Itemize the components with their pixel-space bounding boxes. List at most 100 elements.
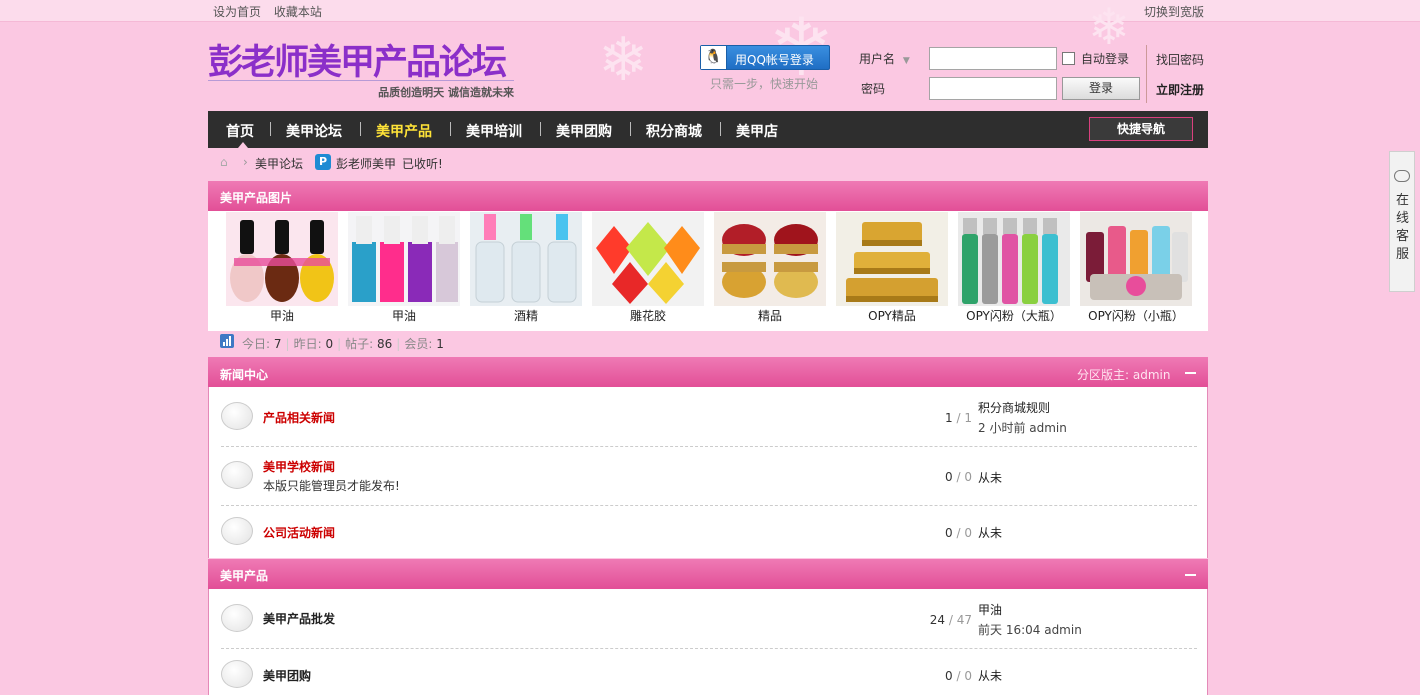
forum-bubble-icon: [221, 517, 253, 545]
forum-stats: 今日: 7 | 昨日: 0 | 帖子: 86 | 会员: 1: [208, 333, 1208, 353]
gallery-image[interactable]: [958, 212, 1070, 306]
count-slash: /: [956, 470, 961, 484]
gallery-image[interactable]: [592, 212, 704, 306]
forum-counts: 0 / 0: [929, 470, 972, 484]
gallery-caption[interactable]: 精品: [714, 307, 826, 324]
thread-count: 24: [929, 613, 946, 627]
forum-name[interactable]: 美甲学校新闻: [263, 458, 335, 475]
forum-counts: 0 / 0: [929, 526, 972, 540]
nav-active-caret: [238, 142, 248, 148]
nav-item-training[interactable]: 美甲培训: [466, 121, 522, 141]
last-post-title: 从未: [978, 471, 1003, 485]
forum-counts: 0 / 0: [929, 669, 972, 683]
gallery-image[interactable]: [836, 212, 948, 306]
stats-members-label: 会员:: [404, 337, 433, 351]
nav-separator: [270, 122, 271, 136]
forum-bubble-icon: [221, 660, 253, 688]
last-post-title[interactable]: 积分商城规则: [978, 399, 1050, 416]
stats-today: 7: [273, 337, 282, 351]
forum-row[interactable]: 美甲团购 0 / 0 从未: [221, 649, 1197, 695]
forum-name[interactable]: 产品相关新闻: [263, 409, 335, 426]
gallery-caption[interactable]: 雕花胶: [592, 307, 704, 324]
thread-count: 0: [945, 526, 953, 540]
gallery-caption[interactable]: 甲油: [226, 307, 338, 324]
gallery-image[interactable]: [348, 212, 460, 306]
forum-row[interactable]: 美甲产品批发 24 / 47 甲油 前天 16:04 admin: [221, 589, 1197, 649]
last-post-title: 从未: [978, 526, 1003, 540]
collapse-icon[interactable]: [1185, 574, 1196, 576]
quick-nav-button[interactable]: 快捷导航: [1089, 117, 1193, 141]
forum-row[interactable]: 产品相关新闻 1 / 1 积分商城规则 2 小时前 admin: [221, 387, 1197, 447]
gallery-caption[interactable]: 酒精: [470, 307, 582, 324]
nav-item-groupbuy[interactable]: 美甲团购: [556, 121, 612, 141]
online-service-tab[interactable]: 在线客服: [1389, 151, 1415, 292]
login-button[interactable]: 登录: [1062, 77, 1140, 100]
thread-count: 1: [945, 411, 953, 425]
stats-divider: |: [396, 337, 401, 351]
gallery-image[interactable]: [714, 212, 826, 306]
last-post-meta: 2 小时前 admin: [978, 421, 1067, 435]
auto-login-checkbox[interactable]: [1062, 52, 1075, 65]
breadcrumb-forum-link[interactable]: 美甲论坛: [255, 155, 303, 172]
gallery-caption[interactable]: OPY闪粉（小瓶）: [1080, 307, 1192, 324]
last-post-title[interactable]: 甲油: [978, 601, 1002, 618]
post-count: 0: [964, 470, 972, 484]
nav-item-home[interactable]: 首页: [226, 121, 254, 141]
thread-count: 0: [945, 669, 953, 683]
qq-login-label: 用QQ帐号登录: [735, 53, 814, 67]
breadcrumb-user-link[interactable]: 彭老师美甲: [336, 155, 396, 172]
post-count: 1: [964, 411, 972, 425]
top-links: 设为首页 收藏本站: [213, 3, 331, 20]
top-bar: 设为首页 收藏本站 切换到宽版: [0, 0, 1420, 22]
post-count: 0: [964, 669, 972, 683]
register-link[interactable]: 立即注册: [1156, 81, 1204, 98]
forum-bubble-icon: [221, 461, 253, 489]
gallery-image[interactable]: [1080, 212, 1192, 306]
nav-separator: [720, 122, 721, 136]
nav-item-shop[interactable]: 美甲店: [736, 121, 778, 141]
nav-separator: [540, 122, 541, 136]
last-post-meta: 前天 16:04 admin: [978, 623, 1082, 637]
nav-item-points-mall[interactable]: 积分商城: [646, 121, 702, 141]
section-header-products: 美甲产品: [208, 559, 1208, 589]
find-password-link[interactable]: 找回密码: [1156, 51, 1204, 68]
forum-name[interactable]: 美甲团购: [263, 667, 311, 684]
gallery-caption[interactable]: OPY闪粉（大瓶）: [958, 307, 1070, 324]
home-icon[interactable]: ⌂: [220, 156, 234, 168]
qq-penguin-icon: 🐧: [701, 46, 727, 69]
nav-separator: [450, 122, 451, 136]
forum-name[interactable]: 美甲产品批发: [263, 610, 335, 627]
collapse-icon[interactable]: [1185, 372, 1196, 374]
forum-bubble-icon: [221, 402, 253, 430]
username-label-text: 用户名: [859, 52, 896, 66]
count-slash: /: [956, 526, 961, 540]
bookmark-link[interactable]: 收藏本站: [274, 5, 322, 19]
auto-login-label: 自动登录: [1081, 52, 1130, 66]
chevron-down-icon[interactable]: ▼: [903, 56, 910, 66]
gallery-image[interactable]: [470, 212, 582, 306]
site-logo[interactable]: 彭老师美甲产品论坛: [208, 34, 507, 85]
gallery-caption[interactable]: OPY精品: [836, 307, 948, 324]
gallery-caption[interactable]: 甲油: [348, 307, 460, 324]
nav-item-products[interactable]: 美甲产品: [376, 121, 432, 141]
nav-separator: [360, 122, 361, 136]
stats-posts: 86: [377, 337, 393, 351]
qq-login-button[interactable]: 🐧 用QQ帐号登录: [700, 45, 830, 70]
stats-yesterday: 0: [325, 337, 334, 351]
gallery-image[interactable]: [226, 212, 338, 306]
forum-row[interactable]: 美甲学校新闻 本版只能管理员才能发布! 0 / 0 从未: [221, 447, 1197, 506]
nav-item-forum[interactable]: 美甲论坛: [286, 121, 342, 141]
section-header-news: 新闻中心 分区版主: admin: [208, 357, 1208, 387]
password-input[interactable]: [929, 77, 1057, 100]
forum-name[interactable]: 公司活动新闻: [263, 524, 335, 541]
username-input[interactable]: [929, 47, 1057, 70]
forum-row[interactable]: 公司活动新闻 0 / 0 从未: [221, 506, 1197, 558]
forum-description: 本版只能管理员才能发布!: [263, 479, 400, 493]
stats-divider: |: [285, 337, 290, 351]
gallery-title: 美甲产品图片: [220, 191, 293, 205]
stats-text: 今日: 7 | 昨日: 0 | 帖子: 86 | 会员: 1: [242, 335, 444, 352]
set-home-link[interactable]: 设为首页: [213, 5, 261, 19]
switch-wide-link[interactable]: 切换到宽版: [1144, 3, 1204, 20]
stats-posts-label: 帖子:: [345, 337, 374, 351]
section-moderator[interactable]: 分区版主: admin: [1077, 366, 1170, 383]
